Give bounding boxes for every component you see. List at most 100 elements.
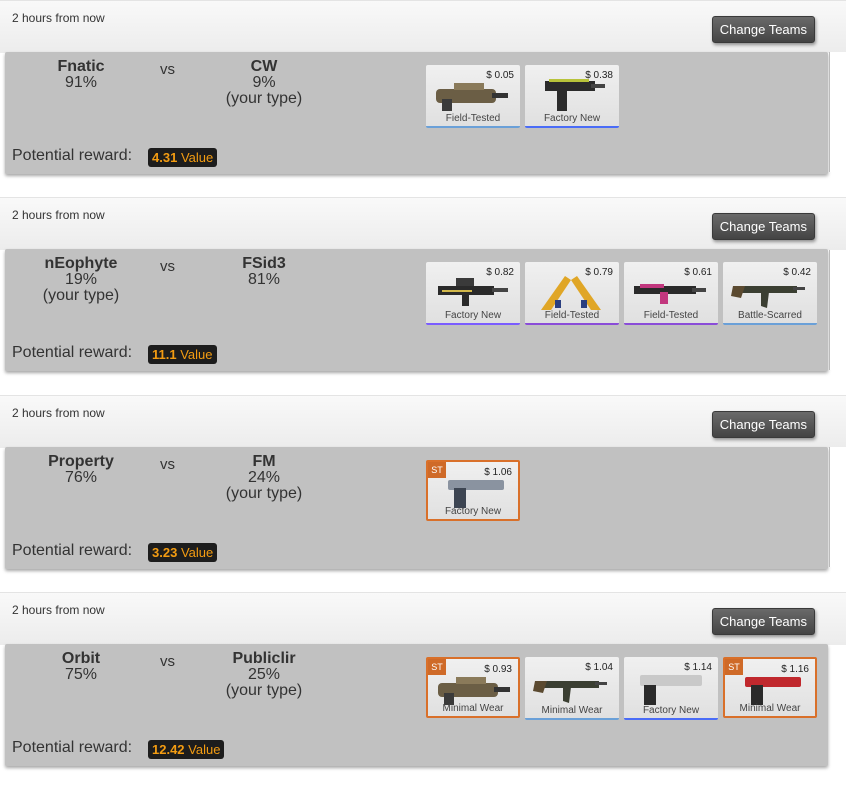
item-price: $ 0.79 [585, 267, 613, 278]
team1-percent: 76% [64, 469, 98, 486]
item-wear: Minimal Wear [541, 705, 603, 716]
team1-block[interactable]: Orbit 75% [35, 651, 127, 683]
skin-item[interactable]: ST $ 0.93 Minimal Wear [426, 657, 520, 718]
match-time: 2 hours from now [12, 406, 105, 420]
change-teams-button[interactable]: Change Teams [711, 213, 815, 240]
vs-label: vs [160, 653, 175, 670]
team2-block[interactable]: FSid3 81% [210, 256, 318, 288]
skin-item[interactable]: $ 1.14 Factory New [624, 657, 718, 720]
item-wear: Factory New [444, 506, 502, 517]
team2-note: (your type) [225, 90, 303, 107]
team2-percent: 25% [247, 666, 281, 683]
team1-name: Fnatic [57, 58, 105, 75]
team1-note: (your type) [42, 287, 120, 304]
match-header: 2 hours from now Change Teams [0, 197, 846, 250]
vs-label: vs [160, 61, 175, 78]
match-time: 2 hours from now [12, 603, 105, 617]
item-price: $ 0.93 [484, 664, 512, 675]
team2-percent: 24% [247, 469, 281, 486]
page-edge [829, 250, 846, 370]
team1-block[interactable]: nEophyte 19% (your type) [35, 256, 127, 304]
match-section: 2 hours from now Change Teams Property 76% v… [0, 395, 846, 593]
page-edge [829, 447, 846, 567]
match-time: 2 hours from now [12, 11, 105, 25]
team2-block[interactable]: CW 9% (your type) [210, 59, 318, 107]
reward-label: Potential reward: [12, 739, 133, 756]
change-teams-button[interactable]: Change Teams [711, 16, 815, 43]
reward-label: Potential reward: [12, 344, 133, 361]
reward-value-badge: 4.31 Value [148, 148, 218, 167]
page-edge [829, 52, 846, 172]
skin-item[interactable]: $ 0.38 Factory New [525, 65, 619, 128]
reward-unit: Value [180, 150, 214, 165]
team1-percent: 19% [64, 271, 98, 288]
match-section: 2 hours from now Change Teams nEophyte 19%(… [0, 197, 846, 395]
reward-label: Potential reward: [12, 542, 133, 559]
team2-note: (your type) [225, 682, 303, 699]
team2-name: FSid3 [242, 255, 286, 272]
item-wear: Minimal Wear [442, 703, 504, 714]
team1-name: Property [48, 453, 114, 470]
match-card: Orbit 75% vs Publiclir 25% (your type) Potenti… [5, 644, 828, 766]
match-card: nEophyte 19% (your type) vs FSid3 81% Potentia… [5, 249, 828, 371]
reward-label: Potential reward: [12, 147, 133, 164]
reward-unit: Value [180, 545, 214, 560]
match-card: Property 76% vs FM 24% (your type) Potential r… [5, 447, 828, 569]
skin-item[interactable]: $ 0.82 Factory New [426, 262, 520, 325]
team1-percent: 75% [64, 666, 98, 683]
team1-block[interactable]: Property 76% [35, 454, 127, 486]
vs-label: vs [160, 456, 175, 473]
item-wear: Field-Tested [643, 310, 699, 321]
skin-item[interactable]: $ 1.04 Minimal Wear [525, 657, 619, 720]
skin-item[interactable]: ST $ 1.16 Minimal Wear [723, 657, 817, 718]
reward-value: 3.23 [152, 545, 178, 560]
match-header: 2 hours from now Change Teams [0, 592, 846, 645]
item-price: $ 1.06 [484, 467, 512, 478]
item-price: $ 1.04 [585, 662, 613, 673]
item-wear: Field-Tested [544, 310, 600, 321]
team1-block[interactable]: Fnatic 91% [35, 59, 127, 91]
item-price: $ 0.05 [486, 70, 514, 81]
item-price: $ 0.82 [486, 267, 514, 278]
match-time: 2 hours from now [12, 208, 105, 222]
item-wear: Factory New [543, 113, 601, 124]
match-header: 2 hours from now Change Teams [0, 395, 846, 448]
item-price: $ 1.14 [684, 662, 712, 673]
team2-block[interactable]: Publiclir 25% (your type) [210, 651, 318, 699]
skin-item[interactable]: $ 0.79 Field-Tested [525, 262, 619, 325]
team2-name: FM [252, 453, 276, 470]
team1-name: Orbit [61, 650, 101, 667]
item-wear: Factory New [444, 310, 502, 321]
match-section: 2 hours from now Change Teams Orbit 75% vs Pu… [0, 592, 846, 790]
reward-unit: Value [188, 742, 221, 757]
skin-item[interactable]: ST $ 1.06 Factory New [426, 460, 520, 521]
reward-value-badge: 12.42 Value [148, 740, 225, 759]
vs-label: vs [160, 258, 175, 275]
team1-percent: 91% [64, 74, 98, 91]
item-price: $ 0.61 [684, 267, 712, 278]
item-wear: Minimal Wear [739, 703, 801, 714]
team2-note: (your type) [225, 485, 303, 502]
match-card: Fnatic 91% vs CW 9% (your type) Potential rewa… [5, 52, 828, 174]
reward-value-badge: 3.23 Value [148, 543, 218, 562]
change-teams-button[interactable]: Change Teams [711, 608, 815, 635]
item-wear: Field-Tested [445, 113, 501, 124]
match-section: 2 hours from now Change Teams Fnatic 91% vs C… [0, 0, 846, 198]
skin-item[interactable]: $ 0.61 Field-Tested [624, 262, 718, 325]
item-price: $ 0.38 [585, 70, 613, 81]
item-price: $ 0.42 [783, 267, 811, 278]
match-header: 2 hours from now Change Teams [0, 0, 846, 53]
item-wear: Factory New [642, 705, 700, 716]
team2-percent: 9% [252, 74, 276, 91]
reward-value-badge: 11.1 Value [148, 345, 217, 364]
reward-value: 11.1 [152, 347, 177, 362]
skin-item[interactable]: $ 0.42 Battle-Scarred [723, 262, 817, 325]
reward-value: 12.42 [152, 742, 185, 757]
team2-name: Publiclir [232, 650, 296, 667]
reward-value: 4.31 [152, 150, 178, 165]
skin-item[interactable]: $ 0.05 Field-Tested [426, 65, 520, 128]
team2-name: CW [250, 58, 278, 75]
item-price: $ 1.16 [781, 664, 809, 675]
change-teams-button[interactable]: Change Teams [711, 411, 815, 438]
team2-block[interactable]: FM 24% (your type) [210, 454, 318, 502]
